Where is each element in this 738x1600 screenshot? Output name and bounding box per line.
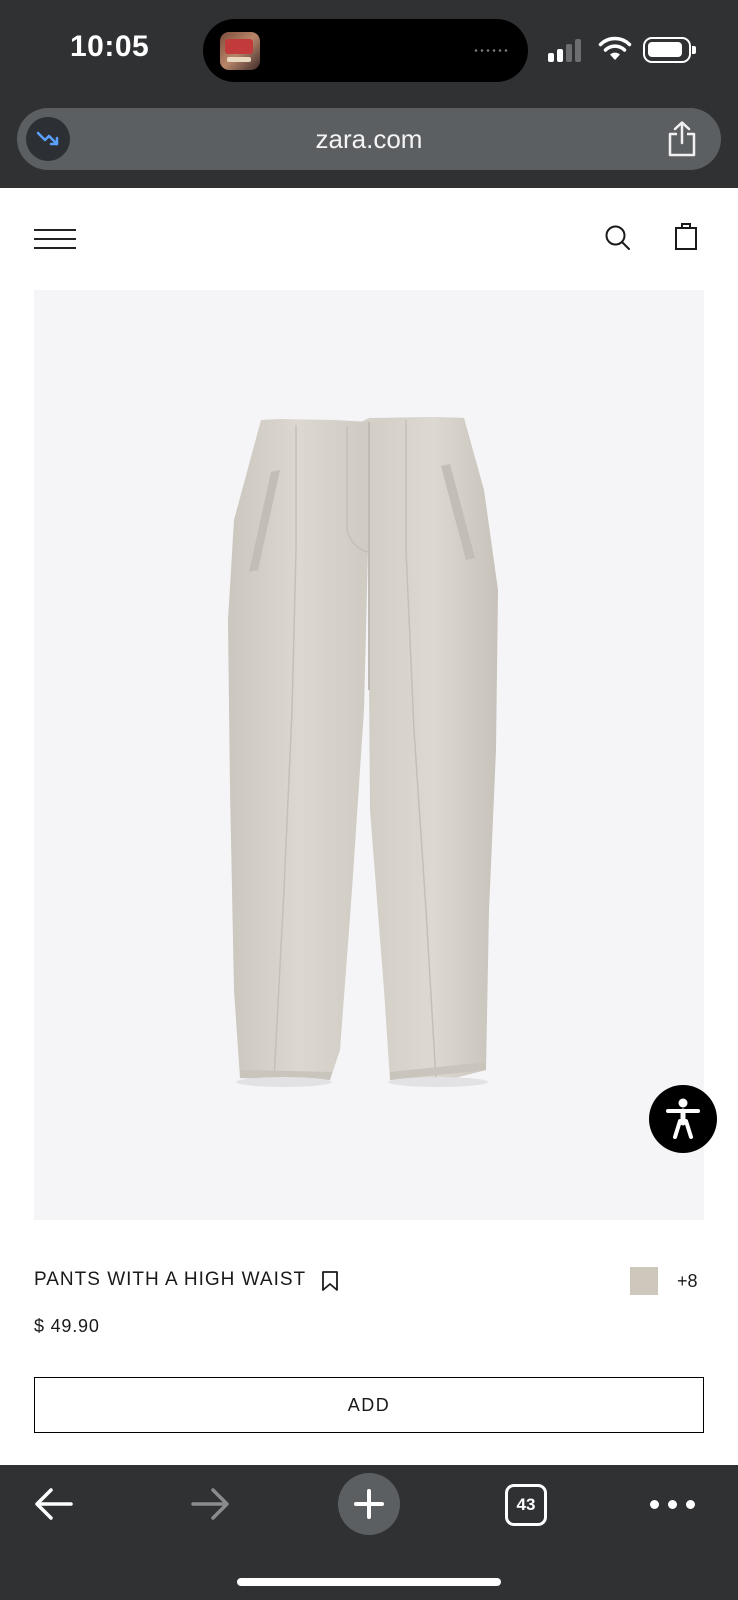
home-indicator: [237, 1578, 501, 1586]
accessibility-icon: [666, 1098, 700, 1139]
product-name[interactable]: PANTS WITH A HIGH WAIST: [34, 1269, 306, 1291]
product-price: $ 49.90: [34, 1316, 100, 1336]
shopping-bag-icon[interactable]: [674, 222, 698, 252]
pants-image: [228, 417, 498, 1087]
status-time: 10:05: [70, 30, 150, 63]
accessibility-button[interactable]: [649, 1085, 717, 1153]
address-bar[interactable]: zara.com: [17, 108, 721, 170]
url-text[interactable]: zara.com: [17, 108, 721, 170]
search-icon[interactable]: [604, 224, 632, 252]
back-arrow-icon[interactable]: [34, 1487, 74, 1521]
battery-icon: [643, 37, 696, 63]
plus-icon: [354, 1489, 384, 1519]
product-image[interactable]: [34, 290, 704, 1220]
more-colors-count[interactable]: +8: [677, 1271, 698, 1292]
color-swatch[interactable]: [630, 1267, 658, 1295]
hamburger-menu-icon[interactable]: [34, 229, 76, 249]
more-options-icon[interactable]: [650, 1500, 695, 1509]
wifi-icon: [598, 36, 632, 60]
new-tab-button[interactable]: [338, 1473, 400, 1535]
bookmark-icon[interactable]: [321, 1270, 339, 1292]
browser-bottom-toolbar: 43: [0, 1465, 738, 1600]
now-playing-thumbnail: [220, 32, 260, 70]
forward-arrow-icon[interactable]: [190, 1487, 230, 1521]
share-icon[interactable]: [667, 120, 697, 158]
dynamic-island[interactable]: [203, 19, 528, 82]
tabs-count-button[interactable]: 43: [505, 1484, 547, 1526]
add-to-bag-button[interactable]: ADD: [34, 1377, 704, 1433]
cellular-signal-icon: [548, 39, 581, 62]
status-icons: [548, 36, 708, 66]
browser-top-chrome: 10:05 zara.com: [0, 0, 738, 188]
audio-waveform-icon: [473, 49, 509, 52]
